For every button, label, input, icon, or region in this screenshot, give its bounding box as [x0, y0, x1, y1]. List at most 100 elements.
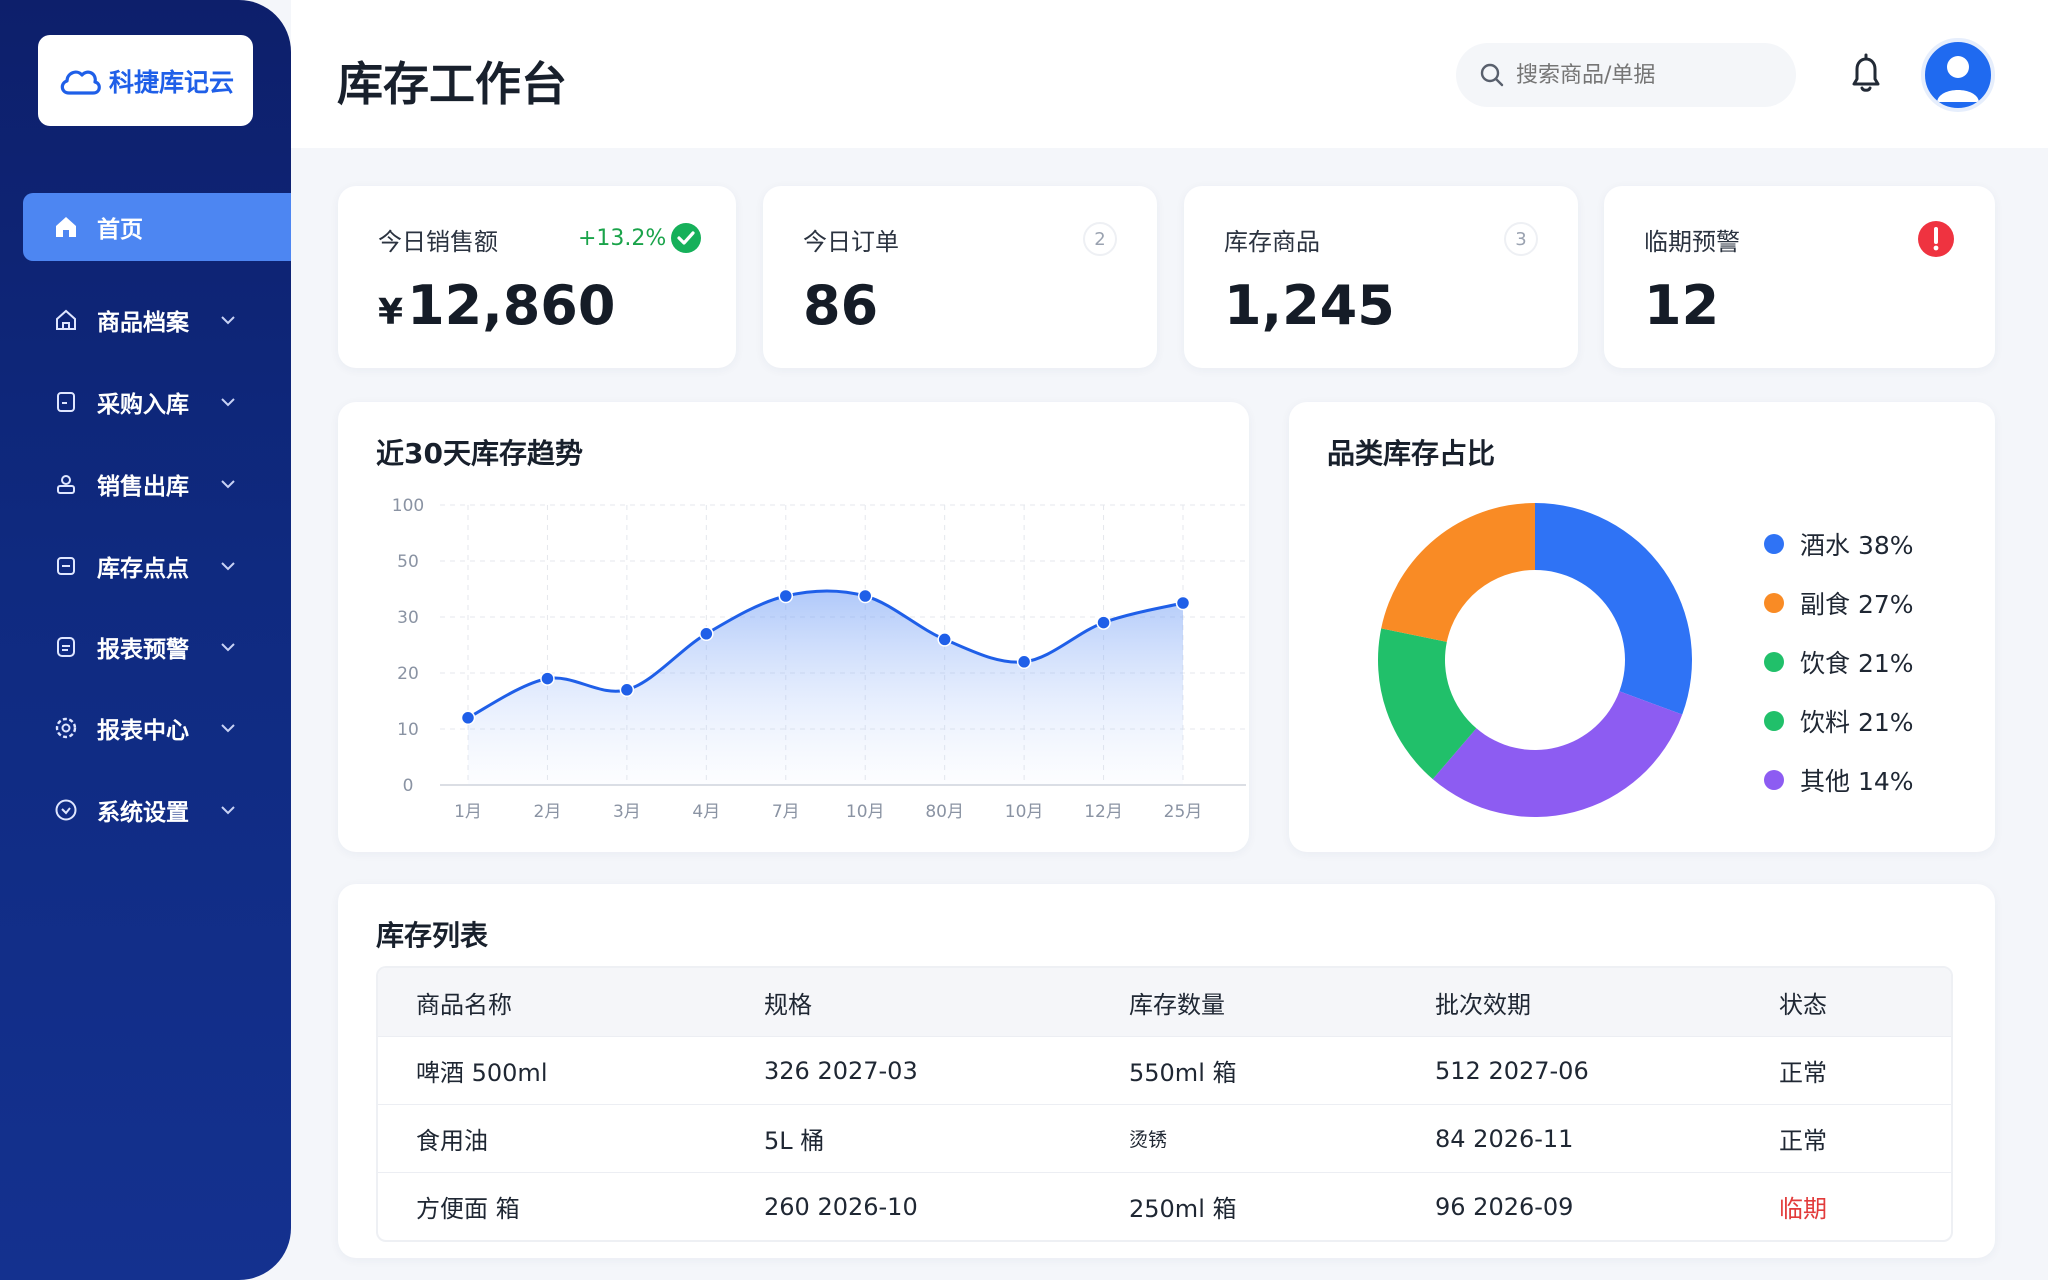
sidebar-item-stocktake[interactable]: 库存点点 — [23, 532, 291, 600]
data-point — [1016, 654, 1032, 670]
cell-spec: 5L 桶 — [764, 1127, 825, 1155]
cell-batch: 512 2027-06 — [1435, 1056, 1589, 1085]
column-header[interactable]: 商品名称 — [378, 985, 726, 1020]
chart-legend: 酒水 38% 副食 27% 饮食 21% 饮料 21% 其他 14% — [1764, 514, 1914, 809]
legend-label: 饮料 21% — [1800, 707, 1914, 737]
data-point — [937, 632, 952, 647]
data-point — [857, 588, 873, 604]
sidebar-item-label: 商品档案 — [97, 310, 189, 336]
kpi-badge: 3 — [1504, 222, 1538, 256]
table-header-row: 商品名称 规格 库存数量 批次效期 状态 — [378, 968, 1951, 1036]
report-icon — [53, 634, 79, 660]
bell-icon[interactable] — [1846, 52, 1886, 96]
sidebar-item-purchase[interactable]: 采购入库 — [23, 368, 291, 436]
legend-item[interactable]: 酒水 38% — [1764, 514, 1914, 573]
sidebar-item-alerts[interactable]: 报表预警 — [23, 613, 291, 681]
home-icon — [53, 214, 79, 240]
legend-item[interactable]: 饮食 21% — [1764, 632, 1914, 691]
page-title: 库存工作台 — [337, 57, 567, 111]
x-tick-label: 10月 — [846, 802, 885, 822]
chevron-down-icon — [221, 724, 235, 733]
trend-chart-card: 近30天库存趋势 0 10 20 30 50 100 1月 2月 3月 4月 7月 10月 80月 10月… — [338, 402, 1249, 852]
legend-swatch — [1764, 769, 1784, 790]
user-stack-icon — [53, 471, 79, 497]
legend-item[interactable]: 饮料 21% — [1764, 691, 1914, 750]
user-icon — [1937, 56, 1979, 102]
x-tick-label: 4月 — [692, 802, 720, 822]
cell-name: 啤酒 500ml — [416, 1059, 548, 1087]
kpi-value: 1,245 — [1224, 274, 1395, 337]
kpi-badge: 2 — [1083, 222, 1117, 256]
cloud-icon — [60, 70, 101, 95]
sidebar-item-reports[interactable]: 报表中心 — [23, 694, 291, 762]
cell-status: 正常 — [1779, 1059, 1827, 1087]
data-point — [460, 710, 476, 726]
data-point — [1175, 595, 1191, 611]
chevron-down-icon — [221, 562, 235, 571]
category-chart-card: 品类库存占比 酒水 38% 副食 27% 饮食 21% 饮料 21% 其他 14% — [1289, 402, 1995, 852]
cell-batch: 84 2026-11 — [1435, 1124, 1574, 1153]
sidebar-item-label: 报表中心 — [97, 718, 189, 744]
chevron-down-icon — [221, 398, 235, 407]
kpi-label: 今日销售额 — [378, 228, 498, 256]
sidebar-item-home[interactable]: 首页 — [23, 193, 291, 261]
kpi-delta: +13.2% — [578, 226, 667, 251]
legend-label: 饮食 21% — [1800, 648, 1914, 678]
y-tick-label: 10 — [397, 720, 419, 740]
table-title: 库存列表 — [376, 919, 489, 952]
column-header[interactable]: 库存数量 — [1091, 985, 1397, 1020]
stock-table: 商品名称 规格 库存数量 批次效期 状态 啤酒 500ml 326 2027-0… — [376, 966, 1953, 1242]
kpi-label: 库存商品 — [1224, 228, 1320, 256]
y-tick-label: 50 — [397, 552, 419, 572]
avatar[interactable] — [1921, 38, 1995, 112]
donut-slice — [1432, 691, 1683, 817]
donut-slice — [1381, 503, 1535, 642]
brand-logo[interactable]: 科捷库记云 — [38, 35, 253, 126]
kpi-value: ¥12,860 — [378, 274, 615, 337]
sidebar-item-products[interactable]: 商品档案 — [23, 286, 291, 354]
kpi-card-orders: 今日订单 2 86 — [763, 186, 1157, 368]
table-row[interactable]: 食用油 5L 桶 烫锈 84 2026-11 正常 — [378, 1104, 1951, 1172]
legend-swatch — [1764, 592, 1784, 613]
legend-swatch — [1764, 651, 1784, 672]
column-header[interactable]: 状态 — [1741, 985, 1951, 1020]
search-icon — [1480, 63, 1504, 87]
gear-icon — [53, 715, 79, 741]
sidebar-item-label: 首页 — [97, 217, 143, 243]
home-outline-icon — [53, 307, 79, 333]
x-tick-label: 7月 — [772, 802, 800, 822]
kpi-card-stock: 库存商品 3 1,245 — [1184, 186, 1578, 368]
table-row[interactable]: 方便面 箱 260 2026-10 250ml 箱 96 2026-09 临期 — [378, 1172, 1951, 1240]
sidebar-item-sales-out[interactable]: 销售出库 — [23, 450, 291, 518]
cell-batch: 96 2026-09 — [1435, 1192, 1574, 1221]
search-box[interactable] — [1456, 43, 1796, 107]
box-icon — [53, 553, 79, 579]
stock-table-card: 库存列表 商品名称 规格 库存数量 批次效期 状态 啤酒 500ml 326 2… — [338, 884, 1995, 1258]
kpi-value: 86 — [803, 274, 879, 337]
cell-spec: 260 2026-10 — [764, 1192, 918, 1221]
column-header[interactable]: 规格 — [726, 985, 1091, 1020]
sidebar-item-label: 库存点点 — [97, 556, 189, 582]
data-point — [699, 626, 714, 642]
legend-item[interactable]: 副食 27% — [1764, 573, 1914, 632]
legend-item[interactable]: 其他 14% — [1764, 750, 1914, 809]
sidebar-item-settings[interactable]: 系统设置 — [23, 776, 291, 844]
chevron-down-icon — [221, 480, 235, 489]
kpi-card-expiry: 临期预警 12 — [1604, 186, 1995, 368]
sidebar-item-label: 销售出库 — [97, 474, 189, 500]
cell-quantity: 250ml 箱 — [1129, 1195, 1237, 1223]
alert-icon — [1918, 221, 1954, 257]
column-header[interactable]: 批次效期 — [1397, 985, 1741, 1020]
cell-status: 正常 — [1779, 1127, 1827, 1155]
x-tick-label: 12月 — [1084, 802, 1123, 822]
x-tick-label: 2月 — [534, 802, 562, 822]
chevron-down-icon — [221, 806, 235, 815]
chevron-down-icon — [221, 316, 235, 325]
legend-label: 酒水 38% — [1800, 530, 1914, 560]
sidebar-item-label: 报表预警 — [97, 637, 189, 663]
x-tick-label: 1月 — [454, 802, 482, 822]
search-input[interactable] — [1516, 62, 1776, 88]
kpi-value-number: 12,860 — [407, 274, 616, 337]
chevron-down-icon — [221, 643, 235, 652]
table-row[interactable]: 啤酒 500ml 326 2027-03 550ml 箱 512 2027-06… — [378, 1036, 1951, 1104]
